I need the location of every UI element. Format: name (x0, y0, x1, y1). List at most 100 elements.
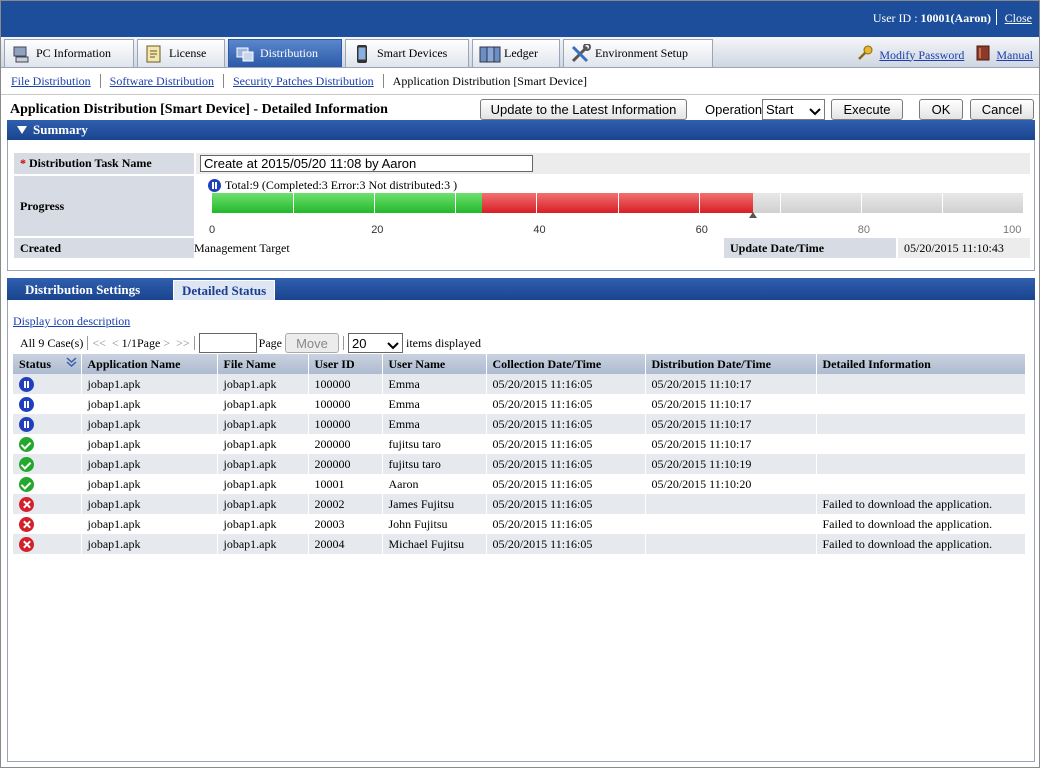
summary-panel: * Distribution Task Name Create at 2015/… (7, 140, 1035, 271)
collection-datetime-cell: 05/20/2015 11:16:05 (486, 534, 646, 554)
operation-value: Start (766, 102, 794, 117)
checkmark-icon (19, 476, 34, 492)
progress-tick (617, 193, 619, 213)
error-x-icon (19, 496, 34, 512)
table-row[interactable]: jobap1.apk jobap1.apk 100000 Emma 05/20/2015… (13, 394, 1026, 414)
column-header-label: Status (19, 356, 52, 371)
next-page-button[interactable]: > (163, 336, 170, 351)
tab-label: Smart Devices (377, 46, 448, 60)
breadcrumb-software-distribution[interactable]: Software Distribution (110, 74, 214, 89)
user-name-cell: James Fujitsu (382, 494, 487, 514)
operation-select[interactable]: Start (762, 99, 825, 120)
main-menu: PC Information License Distribution Smar… (1, 37, 1039, 68)
distribution-datetime-cell: 05/20/2015 11:10:17 (645, 434, 817, 454)
table-row[interactable]: jobap1.apk jobap1.apk 20002 James Fujitsu 05… (13, 494, 1026, 514)
cancel-button[interactable]: Cancel (970, 99, 1034, 120)
collection-datetime-cell: 05/20/2015 11:16:05 (486, 474, 646, 494)
user-id-cell: 200000 (308, 434, 383, 454)
title-toolbar: Application Distribution [Smart Device] … (1, 94, 1039, 122)
table-row[interactable]: jobap1.apk jobap1.apk 10001 Aaron 05/20/2015… (13, 474, 1026, 494)
tab-ledger[interactable]: Ledger (472, 39, 560, 67)
move-button[interactable]: Move (284, 333, 339, 353)
file-name-cell: jobap1.apk (217, 454, 309, 474)
modify-password-link[interactable]: Modify Password (879, 48, 964, 63)
task-name-label: * Distribution Task Name (14, 153, 194, 174)
summary-header[interactable]: Summary (7, 120, 1035, 140)
divider (342, 336, 344, 350)
tab-distribution-settings[interactable]: Distribution Settings (17, 280, 148, 300)
table-row[interactable]: jobap1.apk jobap1.apk 20003 John Fujitsu 05/… (13, 514, 1026, 534)
last-page-button[interactable]: >> (176, 336, 190, 351)
tab-distribution[interactable]: Distribution (228, 39, 342, 67)
tab-smart-devices[interactable]: Smart Devices (345, 39, 469, 67)
update-datetime-label: Update Date/Time (724, 238, 896, 258)
prev-page-button[interactable]: < (112, 336, 119, 351)
table-row[interactable]: jobap1.apk jobap1.apk 200000 fujitsu taro 05… (13, 454, 1026, 474)
progress-tick (698, 193, 700, 213)
divider (382, 74, 384, 88)
table-row[interactable]: jobap1.apk jobap1.apk 20004 Michael Fujitsu… (13, 534, 1026, 554)
detailed-info-cell (816, 434, 1026, 454)
icon-description-link[interactable]: Display icon description (13, 314, 130, 329)
breadcrumb-file-distribution[interactable]: File Distribution (11, 74, 91, 89)
table-row[interactable]: jobap1.apk jobap1.apk 200000 fujitsu taro 05… (13, 434, 1026, 454)
progress-tick (374, 193, 376, 213)
column-header-user-id[interactable]: User ID (308, 354, 383, 374)
progress-tick-label: 60 (695, 224, 708, 236)
page-label: Page (258, 335, 282, 350)
tab-label: License (169, 46, 207, 60)
divider (99, 74, 101, 88)
column-header-detailed-info[interactable]: Detailed Information (816, 354, 1026, 374)
ledger-icon (479, 44, 501, 64)
manual-link[interactable]: Manual (996, 48, 1033, 63)
tab-detailed-status[interactable]: Detailed Status (173, 280, 276, 300)
page-title: Application Distribution [Smart Device] … (10, 102, 388, 117)
user-name-cell: fujitsu taro (382, 454, 487, 474)
tab-license[interactable]: License (137, 39, 225, 67)
table-row[interactable]: jobap1.apk jobap1.apk 100000 Emma 05/20/2015… (13, 414, 1026, 434)
tab-label: PC Information (36, 46, 111, 60)
detailed-info-cell (816, 394, 1026, 414)
tab-pc-information[interactable]: PC Information (4, 39, 134, 67)
column-header-status[interactable]: Status (13, 354, 82, 374)
distribution-datetime-cell: 05/20/2015 11:10:19 (645, 454, 817, 474)
column-header-application[interactable]: Application Name (81, 354, 218, 374)
detailed-info-cell (816, 474, 1026, 494)
pause-icon (19, 416, 34, 432)
distribution-datetime-cell: 05/20/2015 11:10:17 (645, 374, 817, 394)
detailed-info-cell (816, 414, 1026, 434)
breadcrumb-security-patches[interactable]: Security Patches Distribution (233, 74, 374, 89)
close-link[interactable]: Close (1005, 11, 1032, 26)
task-name-label-text: Distribution Task Name (29, 156, 152, 170)
table-row[interactable]: jobap1.apk jobap1.apk 100000 Emma 05/20/2015… (13, 374, 1026, 394)
progress-label: Progress (14, 176, 194, 236)
user-id-cell: 100000 (308, 394, 383, 414)
application-name-cell: jobap1.apk (81, 454, 218, 474)
column-header-distribution[interactable]: Distribution Date/Time (645, 354, 817, 374)
user-id-cell: 200000 (308, 454, 383, 474)
column-header-user-name[interactable]: User Name (382, 354, 487, 374)
update-latest-button[interactable]: Update to the Latest Information (480, 99, 687, 120)
column-header-collection[interactable]: Collection Date/Time (486, 354, 646, 374)
file-name-cell: jobap1.apk (217, 374, 309, 394)
distribution-datetime-cell: 05/20/2015 11:10:17 (645, 414, 817, 434)
column-header-file[interactable]: File Name (217, 354, 309, 374)
progress-summary: Total:9 (Completed:3 Error:3 Not distrib… (208, 178, 457, 193)
task-name-field[interactable]: Create at 2015/05/20 11:08 by Aaron (200, 155, 533, 172)
execute-button[interactable]: Execute (831, 99, 903, 120)
created-value: Management Target (194, 241, 290, 255)
page-input[interactable] (198, 333, 257, 353)
application-name-cell: jobap1.apk (81, 494, 218, 514)
tab-environment-setup[interactable]: Environment Setup (563, 39, 713, 67)
breadcrumb-current: Application Distribution [Smart Device] (392, 73, 587, 88)
per-page-select[interactable]: 20 (347, 333, 403, 353)
distribution-datetime-cell (645, 494, 817, 514)
pause-icon (19, 376, 34, 392)
divider (996, 9, 997, 25)
user-name-cell: Emma (382, 374, 487, 394)
ok-button[interactable]: OK (919, 99, 963, 120)
first-page-button[interactable]: << (92, 336, 106, 351)
distribution-datetime-cell (645, 514, 817, 534)
progress-tick (860, 193, 862, 213)
collection-datetime-cell: 05/20/2015 11:16:05 (486, 414, 646, 434)
